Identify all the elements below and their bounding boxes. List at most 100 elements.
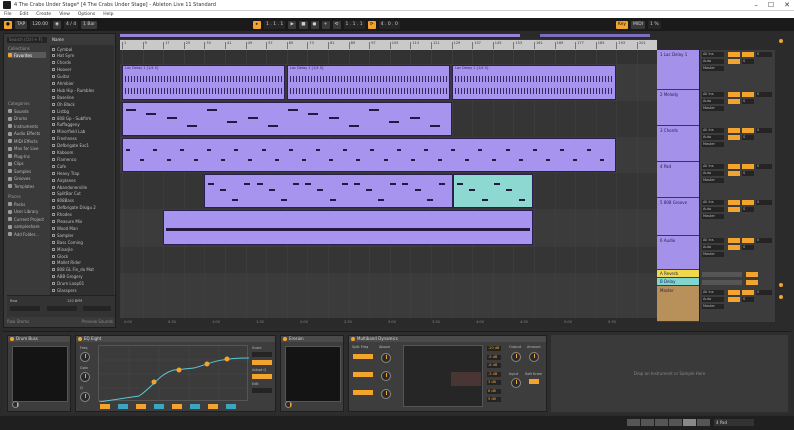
browser-file-item[interactable]: SplitBar Cut	[52, 191, 112, 197]
track-activator-button[interactable]	[728, 290, 740, 295]
monitor-select[interactable]: Auto	[702, 135, 724, 140]
track-5-name[interactable]: 5 808 Groove	[660, 200, 687, 205]
send-field[interactable]: S	[742, 207, 754, 212]
track-activator-button[interactable]	[728, 164, 740, 169]
track-activator-button[interactable]	[728, 92, 740, 97]
solo-button[interactable]	[742, 128, 754, 133]
dyn-amount-knob[interactable]	[529, 352, 539, 362]
dyn-band-knob[interactable]	[381, 371, 391, 381]
arrangement-time-ruler[interactable]: 0:00 0:30 1:00 1:30 2:00 2:30 3:00 3:30 4:00 4:30…	[120, 318, 657, 327]
return-lanes[interactable]	[120, 273, 657, 318]
clip-midi-melody[interactable]	[122, 102, 452, 136]
input-type-select[interactable]: All Ins	[702, 200, 724, 205]
input-type-select[interactable]: All Ins	[702, 290, 724, 295]
loop-start-field[interactable]: 1 . 1 . 1	[343, 20, 365, 29]
tap-tempo-button[interactable]: TAP	[15, 20, 28, 29]
solo-button[interactable]	[742, 164, 754, 169]
browser-file-item[interactable]: Cafe	[52, 163, 112, 169]
output-select[interactable]: Master	[702, 252, 724, 257]
metronome-icon[interactable]: ◉	[52, 20, 61, 29]
strip-indicator[interactable]	[779, 39, 783, 43]
preview-field-c[interactable]	[83, 306, 111, 311]
clip-midi-pad-selected[interactable]	[453, 174, 533, 208]
loop-length-field[interactable]: 4 . 0 . 0	[378, 20, 400, 29]
dyn-band-button[interactable]	[353, 390, 373, 395]
play-icon[interactable]: ▶	[288, 20, 297, 29]
automation-arm-icon[interactable]: ⟲	[332, 20, 341, 29]
track-activator-button[interactable]	[728, 128, 740, 133]
track-4-name[interactable]: 4 Pad	[660, 164, 671, 169]
browser-file-item[interactable]: Ruffaggeny	[52, 122, 112, 128]
place-item[interactable]: sampleshare	[8, 224, 46, 230]
return-activator[interactable]	[746, 272, 758, 277]
send-field[interactable]: S	[742, 297, 754, 302]
solo-button[interactable]	[742, 92, 754, 97]
input-type-select[interactable]: All Ins	[702, 164, 724, 169]
clip-audio-1[interactable]: Lac Delay 1 [1/4 S]	[122, 65, 285, 100]
dyn-meter-display[interactable]	[403, 345, 483, 407]
signature-field[interactable]: 4 / 4	[63, 20, 79, 29]
volume-field[interactable]: 0	[756, 92, 772, 97]
browser-file-item[interactable]: Defbrigate Disigu 2	[52, 205, 112, 211]
instrument-drop-zone[interactable]: Drop an Instrument or Sample Here	[551, 335, 788, 412]
position-field[interactable]: 1 . 1 . 1	[264, 20, 286, 29]
stop-icon[interactable]: ■	[299, 20, 308, 29]
monitor-select[interactable]: Auto	[702, 171, 724, 176]
menu-view[interactable]: View	[59, 12, 70, 17]
solo-button[interactable]	[742, 200, 754, 205]
track-header-5[interactable]: 5 808 Groove	[657, 198, 699, 236]
browser-footer-right[interactable]: Preview Sounds	[81, 319, 113, 324]
close-button[interactable]: ✕	[784, 1, 790, 9]
category-plug-ins[interactable]: Plug-Ins	[8, 153, 46, 159]
return-mix-control[interactable]	[702, 272, 742, 277]
volume-field[interactable]: 0	[756, 52, 772, 57]
browser-file-item[interactable]: Flamenco	[52, 156, 112, 162]
eq-band-6-button[interactable]	[190, 404, 200, 409]
menu-create[interactable]: Create	[36, 12, 51, 17]
track-3-name[interactable]: 3 Chords	[660, 128, 678, 133]
output-select[interactable]: Master	[702, 304, 724, 309]
device-dynamics-title[interactable]: Multiband Dynamics	[349, 336, 546, 342]
volume-field[interactable]: 0	[756, 238, 772, 243]
view-tab[interactable]	[697, 419, 710, 426]
browser-name-header[interactable]: Name	[52, 37, 112, 43]
arm-button[interactable]	[728, 171, 740, 176]
browser-file-item[interactable]: Glasspers	[52, 288, 112, 294]
category-drums[interactable]: Drums	[8, 116, 46, 122]
dyn-threshold-region[interactable]	[451, 372, 481, 386]
eq-mode-button[interactable]	[252, 360, 272, 365]
eq-scale-field[interactable]	[252, 352, 272, 357]
send-field[interactable]: S	[742, 171, 754, 176]
browser-file-list[interactable]: Cymbal Hat Sym Chords Hoover Guitar Ahmbier Hu…	[50, 45, 114, 313]
arm-button[interactable]	[728, 135, 740, 140]
device-erosion-title[interactable]: Erosion	[281, 336, 343, 342]
device-power-icon[interactable]	[78, 337, 82, 341]
category-grooves[interactable]: Grooves	[8, 176, 46, 182]
category-max-for-live[interactable]: Max for Live	[8, 146, 46, 152]
strip-indicator[interactable]	[779, 283, 783, 287]
track-header-3[interactable]: 3 Chords	[657, 126, 699, 162]
output-select[interactable]: Master	[702, 178, 724, 183]
dyn-band-knob[interactable]	[381, 389, 391, 399]
dyn-band-button[interactable]	[353, 372, 373, 377]
track-header-4[interactable]: 4 Pad	[657, 162, 699, 198]
browser-file-item[interactable]: Listbg	[52, 108, 112, 114]
device-drum-buss-title[interactable]: Drum Buss	[8, 336, 70, 342]
browser-file-item[interactable]: Cymbal	[52, 46, 112, 52]
quantize-menu[interactable]: 1 Bar	[81, 20, 98, 29]
monitor-select[interactable]: Auto	[702, 207, 724, 212]
category-midi-effects[interactable]: MIDI Effects	[8, 138, 46, 144]
device-power-icon[interactable]	[351, 337, 355, 341]
track-header-1[interactable]: 1 Lac Delay 1	[657, 50, 699, 90]
clip-midi-pad[interactable]	[204, 174, 453, 208]
menu-file[interactable]: File	[4, 12, 12, 17]
view-tab[interactable]	[627, 419, 640, 426]
browser-file-item[interactable]: Hoover	[52, 67, 112, 73]
eq-band-4-button[interactable]	[154, 404, 164, 409]
record-icon[interactable]: ●	[310, 20, 319, 29]
eq-band-7-button[interactable]	[208, 404, 218, 409]
browser-file-item[interactable]: 808Bass	[52, 198, 112, 204]
browser-file-item[interactable]: Abandonerville	[52, 184, 112, 190]
master-track[interactable]: Master	[657, 286, 699, 322]
track-header-6[interactable]: 6 Audio	[657, 236, 699, 270]
